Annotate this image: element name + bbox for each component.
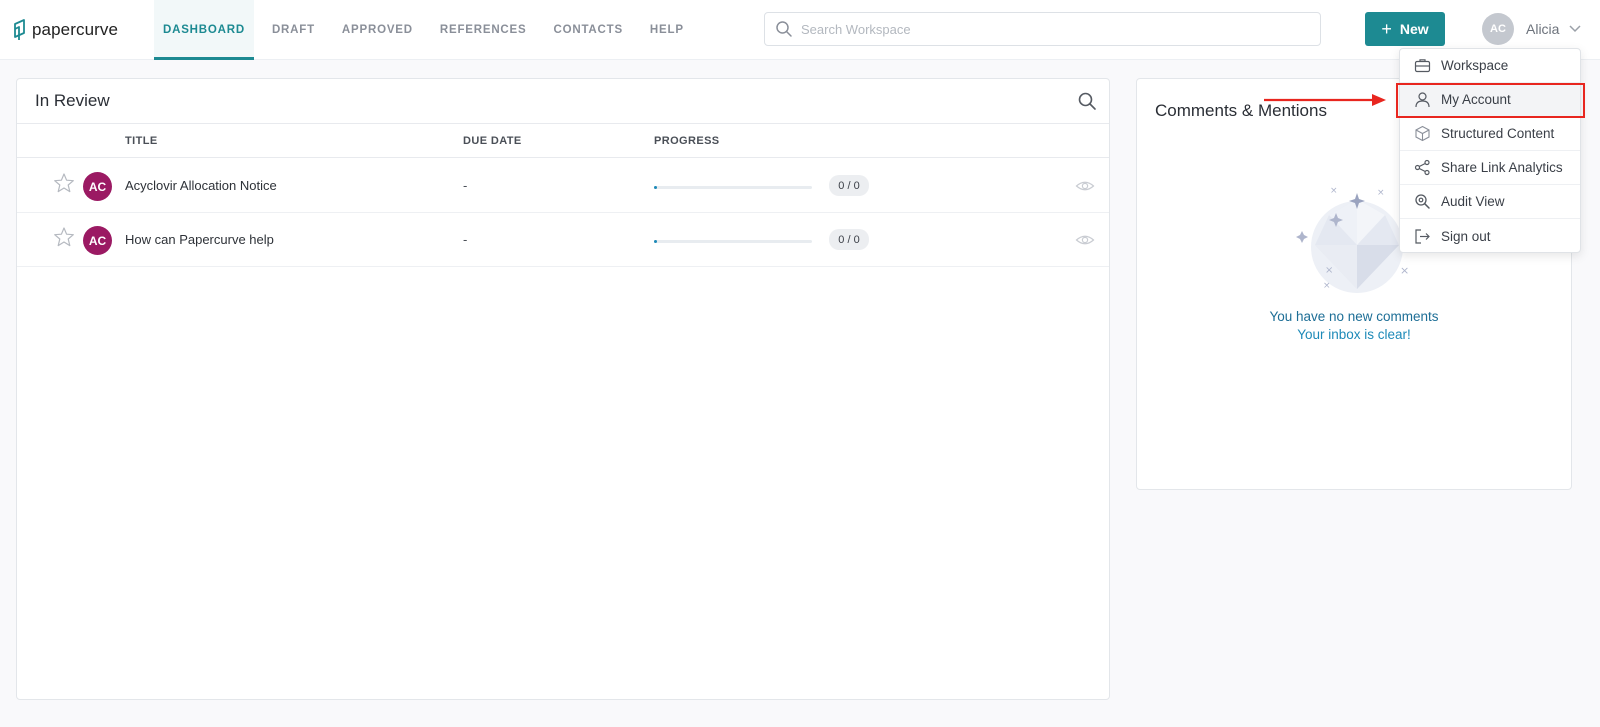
nav-tab-draft[interactable]: DRAFT xyxy=(263,0,324,60)
annotation-highlight-box xyxy=(1396,83,1585,118)
briefcase-icon xyxy=(1414,59,1431,73)
annotation-arrow-icon xyxy=(1264,94,1386,106)
progress-count: 0 / 0 xyxy=(829,229,869,250)
search-icon[interactable] xyxy=(1077,91,1097,111)
svg-text:×: × xyxy=(1330,186,1338,196)
menu-item-label: Sign out xyxy=(1441,228,1491,244)
menu-item-label: Share Link Analytics xyxy=(1441,160,1563,175)
star-icon[interactable] xyxy=(53,172,75,194)
due-date: - xyxy=(463,178,468,193)
share-icon xyxy=(1414,159,1430,176)
plus-icon: + xyxy=(1381,18,1392,39)
column-header-due-date[interactable]: DUE DATE xyxy=(463,135,522,147)
document-title[interactable]: How can Papercurve help xyxy=(125,232,274,247)
menu-item-label: Structured Content xyxy=(1441,126,1555,141)
search-icon xyxy=(776,21,792,37)
sign-out-icon xyxy=(1415,228,1430,244)
column-header-title[interactable]: TITLE xyxy=(125,135,158,147)
menu-item-audit-view[interactable]: Audit View xyxy=(1400,185,1580,219)
column-header-progress[interactable]: PROGRESS xyxy=(654,135,720,147)
menu-item-label: Workspace xyxy=(1441,58,1509,73)
top-bar: papercurve DASHBOARD DRAFT APPROVED REFE… xyxy=(0,0,1600,60)
menu-item-label: Audit View xyxy=(1441,194,1505,209)
nav-tab-contacts[interactable]: CONTACTS xyxy=(544,0,631,60)
progress-count: 0 / 0 xyxy=(829,175,869,196)
svg-text:×: × xyxy=(1377,188,1385,198)
audit-search-icon xyxy=(1415,194,1430,209)
empty-state-submessage: Your inbox is clear! xyxy=(1297,327,1411,342)
owner-avatar: AC xyxy=(83,172,112,201)
due-date: - xyxy=(463,232,468,247)
main-nav: DASHBOARD DRAFT APPROVED REFERENCES CONT… xyxy=(154,0,702,60)
in-review-panel: In Review TITLE DUE DATE PROGRESS AC Acy… xyxy=(16,78,1110,700)
table-row[interactable]: AC Acyclovir Allocation Notice - 0 / 0 xyxy=(17,159,1109,213)
table-row[interactable]: AC How can Papercurve help - 0 / 0 xyxy=(17,213,1109,267)
empty-state-message: You have no new comments xyxy=(1269,309,1439,324)
menu-item-share-link-analytics[interactable]: Share Link Analytics xyxy=(1400,151,1580,185)
new-button-label: New xyxy=(1399,21,1429,37)
svg-text:×: × xyxy=(1323,281,1331,291)
user-name: Alicia xyxy=(1526,21,1560,37)
nav-tab-references[interactable]: REFERENCES xyxy=(431,0,536,60)
eye-icon[interactable] xyxy=(1075,176,1095,196)
owner-avatar: AC xyxy=(83,226,112,255)
menu-item-workspace[interactable]: Workspace xyxy=(1400,49,1580,83)
app-name: papercurve xyxy=(32,20,119,39)
progress-fill xyxy=(654,186,658,189)
new-button[interactable]: + New xyxy=(1365,12,1445,46)
svg-text:×: × xyxy=(1400,264,1409,277)
eye-icon[interactable] xyxy=(1075,230,1095,250)
app-logo[interactable]: papercurve xyxy=(12,18,118,42)
nav-tab-approved[interactable]: APPROVED xyxy=(333,0,422,60)
menu-item-sign-out[interactable]: Sign out xyxy=(1400,219,1580,253)
in-review-title: In Review xyxy=(35,91,110,110)
papercurve-logo-icon xyxy=(14,19,25,40)
user-dropdown-menu: Workspace My Account Structured Content … xyxy=(1399,48,1581,253)
nav-tab-dashboard[interactable]: DASHBOARD xyxy=(154,0,254,60)
progress-bar xyxy=(654,186,812,189)
chevron-down-icon xyxy=(1569,25,1581,33)
user-avatar: AC xyxy=(1482,13,1514,45)
workspace-search[interactable] xyxy=(764,12,1321,46)
progress-fill xyxy=(654,240,658,243)
svg-text:×: × xyxy=(1325,265,1333,276)
document-title[interactable]: Acyclovir Allocation Notice xyxy=(125,178,277,193)
progress-bar xyxy=(654,240,812,243)
user-menu-toggle[interactable]: AC Alicia xyxy=(1482,13,1581,45)
star-icon[interactable] xyxy=(53,226,75,248)
table-header: TITLE DUE DATE PROGRESS xyxy=(17,123,1109,158)
nav-tab-help[interactable]: HELP xyxy=(641,0,693,60)
menu-item-structured-content[interactable]: Structured Content xyxy=(1400,117,1580,151)
search-input[interactable] xyxy=(801,21,1301,37)
cube-icon xyxy=(1415,125,1430,142)
